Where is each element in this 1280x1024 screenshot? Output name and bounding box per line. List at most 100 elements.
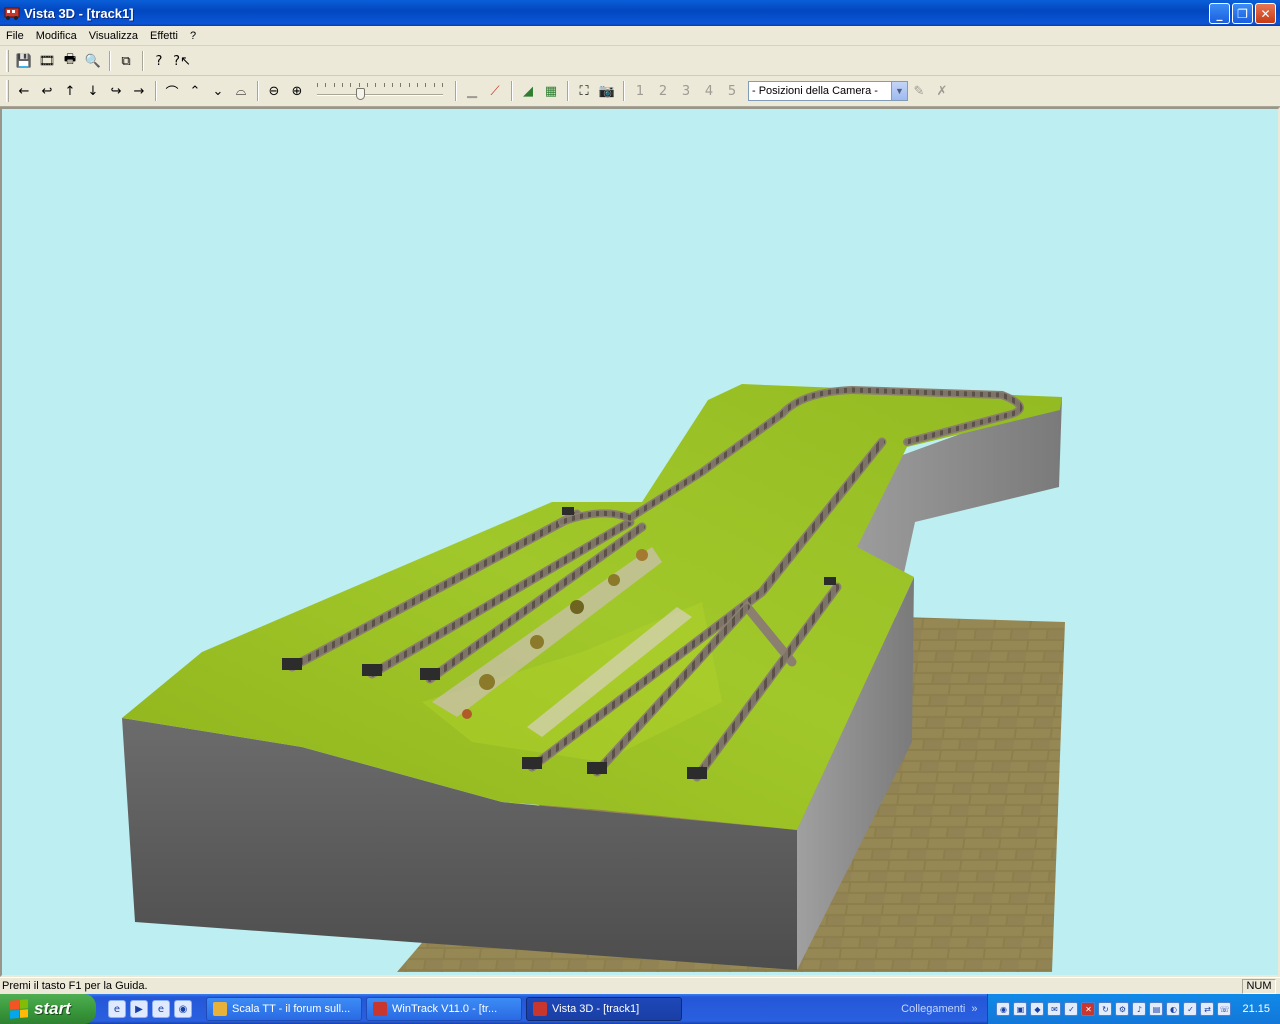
menu-help[interactable]: ? — [184, 30, 202, 42]
toolbar-grip[interactable] — [6, 80, 9, 102]
window-title: Vista 3D - [track1] — [24, 5, 134, 21]
start-label: start — [34, 999, 71, 1018]
toolbar-separator — [623, 81, 625, 101]
layout-3d-scene — [122, 384, 1065, 972]
camera-position-3-icon[interactable]: 3 — [675, 80, 697, 102]
phone-icon[interactable]: ☏ — [1217, 1002, 1232, 1016]
chrome-icon[interactable]: ◉ — [174, 1000, 192, 1018]
camera-raise-icon[interactable]: ⌃ — [184, 80, 206, 102]
slider-ticks — [317, 83, 443, 88]
3d-viewport[interactable] — [0, 107, 1280, 977]
move-left-icon[interactable]: ← — [13, 80, 35, 102]
tray-icon[interactable]: ▣ — [1013, 1002, 1028, 1016]
camera-orbit-icon[interactable]: ⌒ — [161, 80, 183, 102]
camera-position-1-icon[interactable]: 1 — [629, 80, 651, 102]
film-icon[interactable]: 🎞 — [36, 50, 58, 72]
zoom-in-icon[interactable]: ⊕ — [286, 80, 308, 102]
task-label: Scala TT - il forum sull... — [232, 1003, 351, 1015]
zoom-slider[interactable] — [315, 80, 445, 102]
tray-icon[interactable]: ✓ — [1064, 1002, 1079, 1016]
save-camera-icon[interactable]: ✎ — [908, 80, 930, 102]
chrome-icon — [213, 1002, 227, 1016]
task-scala-tt-forum[interactable]: Scala TT - il forum sull... — [206, 997, 362, 1021]
toolbar-separator — [567, 81, 569, 101]
app-icon — [4, 7, 20, 20]
status-bar: Premi il tasto F1 per la Guida. NUM — [0, 977, 1280, 994]
wintrack-icon — [373, 1002, 387, 1016]
toolbar-separator — [511, 81, 513, 101]
dropbox-icon[interactable]: ◆ — [1030, 1002, 1045, 1016]
rotate-right-icon[interactable]: ↪ — [105, 80, 127, 102]
move-up-icon[interactable]: ↑ — [59, 80, 81, 102]
print-preview-icon[interactable]: 🔍 — [82, 50, 104, 72]
toolbar-grip[interactable] — [6, 50, 9, 72]
menu-visualizza[interactable]: Visualizza — [83, 30, 144, 42]
quick-launch: e ▶ e ◉ — [108, 1000, 192, 1018]
grid-icon[interactable]: ▦ — [540, 80, 562, 102]
toolbar-separator — [142, 51, 144, 71]
zoom-out-icon[interactable]: ⊖ — [263, 80, 285, 102]
camera-position-4-icon[interactable]: 4 — [698, 80, 720, 102]
status-text: Premi il tasto F1 per la Guida. — [2, 980, 148, 992]
minimize-button[interactable]: _ — [1209, 3, 1230, 24]
camera-tilt-icon[interactable]: ⌓ — [230, 80, 252, 102]
tray-icon[interactable]: ◉ — [996, 1002, 1011, 1016]
tray-icon[interactable]: ✓ — [1183, 1002, 1198, 1016]
volume-icon[interactable]: ♪ — [1132, 1002, 1147, 1016]
standard-toolbar: 💾 🎞 🖶 🔍 ⧉ ? ?↖ — [0, 46, 1280, 76]
tray-icon[interactable]: ⚙ — [1115, 1002, 1130, 1016]
camera-lower-icon[interactable]: ⌄ — [207, 80, 229, 102]
title-bar[interactable]: Vista 3D - [track1] _ ❐ ✕ — [0, 0, 1280, 26]
rotate-left-icon[interactable]: ↩ — [36, 80, 58, 102]
internet-explorer-icon[interactable]: e — [108, 1000, 126, 1018]
slider-thumb[interactable] — [355, 88, 365, 100]
close-button[interactable]: ✕ — [1255, 3, 1276, 24]
camera-position-2-icon[interactable]: 2 — [652, 80, 674, 102]
toolbar-separator — [455, 81, 457, 101]
menu-modifica[interactable]: Modifica — [30, 30, 83, 42]
task-label: Vista 3D - [track1] — [552, 1003, 640, 1015]
tray-icon[interactable]: ◐ — [1166, 1002, 1181, 1016]
print-icon[interactable]: 🖶 — [59, 50, 81, 72]
chevron-down-icon[interactable]: ▼ — [891, 82, 907, 100]
snapshot-icon[interactable]: 📷 — [596, 80, 618, 102]
wintrack-icon — [533, 1002, 547, 1016]
browser-icon[interactable]: e — [152, 1000, 170, 1018]
terrain-icon[interactable]: ◢ — [517, 80, 539, 102]
camera-positions-value: - Posizioni della Camera - — [752, 85, 878, 97]
camera-position-5-icon[interactable]: 5 — [721, 80, 743, 102]
move-right-icon[interactable]: → — [128, 80, 150, 102]
toolbar-separator — [155, 81, 157, 101]
track-profile-icon[interactable]: ▁ — [461, 80, 483, 102]
move-down-icon[interactable]: ↓ — [82, 80, 104, 102]
context-help-icon[interactable]: ?↖ — [171, 50, 193, 72]
delete-camera-icon[interactable]: ✗ — [931, 80, 953, 102]
chevron-right-icon[interactable]: » — [971, 1003, 977, 1015]
tray-icon[interactable]: ✉ — [1047, 1002, 1062, 1016]
antivirus-icon[interactable]: ✕ — [1081, 1002, 1096, 1016]
update-icon[interactable]: ↻ — [1098, 1002, 1113, 1016]
menu-bar: File Modifica Visualizza Effetti ? — [0, 26, 1280, 46]
fit-view-icon[interactable]: ⛶ — [573, 80, 595, 102]
menu-file[interactable]: File — [0, 30, 30, 42]
task-wintrack[interactable]: WinTrack V11.0 - [tr... — [366, 997, 522, 1021]
system-tray: ◉ ▣ ◆ ✉ ✓ ✕ ↻ ⚙ ♪ ▤ ◐ ✓ ⇄ ☏ 21.15 — [987, 994, 1280, 1024]
restore-button[interactable]: ❐ — [1232, 3, 1253, 24]
save-icon[interactable]: 💾 — [13, 50, 35, 72]
toolbar-separator — [257, 81, 259, 101]
clock: 21.15 — [1242, 1003, 1270, 1015]
taskbar: start e ▶ e ◉ Scala TT - il forum sull..… — [0, 994, 1280, 1024]
start-button[interactable]: start — [0, 994, 96, 1024]
camera-positions-select[interactable]: - Posizioni della Camera - ▼ — [748, 81, 908, 101]
media-player-icon[interactable]: ▶ — [130, 1000, 148, 1018]
menu-effetti[interactable]: Effetti — [144, 30, 184, 42]
tray-icon[interactable]: ⇄ — [1200, 1002, 1215, 1016]
windows-logo-icon — [10, 999, 28, 1019]
tray-icon[interactable]: ▤ — [1149, 1002, 1164, 1016]
help-icon[interactable]: ? — [148, 50, 170, 72]
task-vista-3d[interactable]: Vista 3D - [track1] — [526, 997, 682, 1021]
toolbar-separator — [109, 51, 111, 71]
copy-icon[interactable]: ⧉ — [115, 50, 137, 72]
links-toolbar[interactable]: Collegamenti » — [901, 1003, 977, 1015]
track-slope-icon[interactable]: ⟋ — [484, 80, 506, 102]
